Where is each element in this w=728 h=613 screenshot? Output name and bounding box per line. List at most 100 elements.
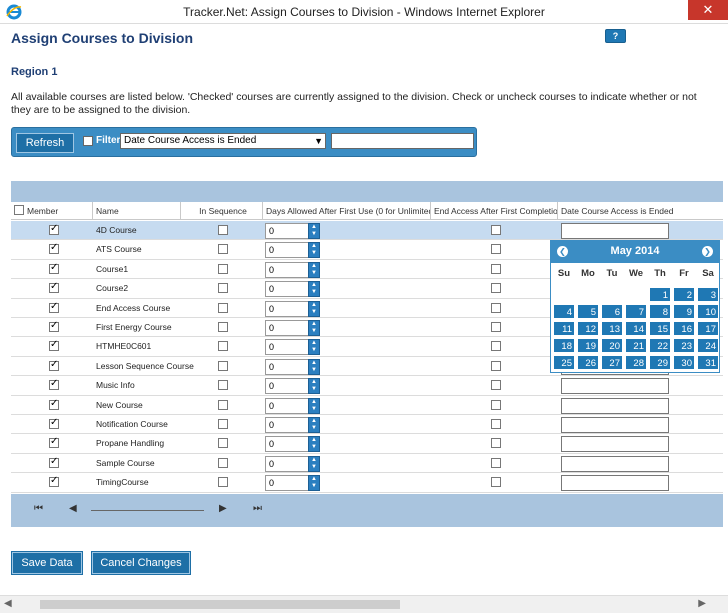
date-ended-input[interactable] [561, 436, 669, 453]
pager-track[interactable] [91, 510, 204, 511]
save-data-button[interactable]: Save Data [11, 551, 83, 575]
spin-down-icon[interactable]: ▼ [309, 483, 319, 490]
calendar-day[interactable]: 17 [697, 321, 719, 336]
spin-down-icon[interactable]: ▼ [309, 406, 319, 413]
cancel-changes-button[interactable]: Cancel Changes [91, 551, 191, 575]
in-sequence-checkbox[interactable] [218, 283, 228, 294]
in-sequence-checkbox[interactable] [218, 477, 228, 488]
end-access-checkbox[interactable] [491, 380, 501, 391]
date-ended-input[interactable] [561, 417, 669, 433]
last-page-icon[interactable]: ⏭ [253, 503, 262, 514]
calendar-day[interactable]: 29 [649, 355, 671, 370]
member-checkbox[interactable] [49, 339, 59, 352]
column-member[interactable]: Member [11, 202, 93, 220]
member-checkbox[interactable] [49, 281, 59, 294]
days-spinner[interactable]: ▲ ▼ [308, 339, 320, 356]
spin-up-icon[interactable]: ▲ [309, 302, 319, 309]
calendar-day[interactable]: 3 [697, 287, 719, 302]
end-access-checkbox[interactable] [491, 302, 501, 313]
first-page-icon[interactable]: ⏮ [34, 503, 43, 514]
column-name[interactable]: Name [93, 202, 181, 220]
end-access-checkbox[interactable] [491, 341, 501, 352]
calendar-day[interactable]: 13 [601, 321, 623, 336]
days-spinner[interactable]: ▲ ▼ [308, 300, 320, 317]
days-spinner[interactable]: ▲ ▼ [308, 242, 320, 259]
spin-up-icon[interactable]: ▲ [309, 243, 319, 250]
days-spinner[interactable]: ▲ ▼ [308, 320, 320, 336]
spin-up-icon[interactable]: ▲ [309, 340, 319, 347]
member-checkbox[interactable] [49, 320, 59, 332]
spin-down-icon[interactable]: ▼ [309, 270, 319, 277]
spin-up-icon[interactable]: ▲ [309, 437, 319, 444]
end-access-checkbox[interactable] [491, 419, 501, 429]
filter-checkbox[interactable] [83, 136, 93, 146]
end-access-checkbox[interactable] [491, 399, 501, 410]
days-spinner[interactable]: ▲ ▼ [308, 223, 320, 239]
member-checkbox[interactable] [49, 378, 59, 391]
calendar-day[interactable]: 18 [553, 338, 575, 353]
calendar-day[interactable]: 28 [625, 355, 647, 370]
days-spinner[interactable]: ▲ ▼ [308, 281, 320, 298]
table-row[interactable]: Music Info0▲▼ [11, 376, 723, 396]
in-sequence-checkbox[interactable] [218, 302, 228, 313]
date-ended-input[interactable] [561, 223, 669, 239]
spin-down-icon[interactable]: ▼ [309, 250, 319, 257]
calendar-day[interactable]: 2 [673, 287, 695, 302]
calendar-day[interactable]: 25 [553, 355, 575, 370]
in-sequence-checkbox[interactable] [218, 457, 228, 468]
in-sequence-checkbox[interactable] [218, 399, 228, 410]
help-button[interactable]: ? [605, 29, 626, 43]
end-access-checkbox[interactable] [491, 477, 501, 488]
calendar-day[interactable]: 9 [673, 304, 695, 319]
spin-up-icon[interactable]: ▲ [309, 224, 319, 231]
in-sequence-checkbox[interactable] [218, 438, 228, 449]
end-access-checkbox[interactable] [491, 225, 501, 235]
refresh-button[interactable]: Refresh [16, 133, 74, 153]
member-checkbox[interactable] [49, 223, 59, 235]
calendar-day[interactable]: 23 [673, 338, 695, 353]
in-sequence-checkbox[interactable] [218, 263, 228, 274]
table-row[interactable]: Sample Course0▲▼ [11, 453, 723, 474]
spin-up-icon[interactable]: ▲ [309, 418, 319, 425]
calendar-day[interactable]: 1 [649, 287, 671, 302]
column-date-ended[interactable]: Date Course Access is Ended [558, 202, 723, 220]
spin-up-icon[interactable]: ▲ [309, 476, 319, 483]
spin-down-icon[interactable]: ▼ [309, 367, 319, 374]
spin-down-icon[interactable]: ▼ [309, 289, 319, 296]
spin-down-icon[interactable]: ▼ [309, 231, 319, 238]
calendar-day[interactable]: 30 [673, 355, 695, 370]
member-checkbox[interactable] [49, 262, 59, 274]
in-sequence-checkbox[interactable] [218, 225, 228, 235]
scroll-left-icon[interactable]: ◀ [4, 598, 12, 609]
member-checkbox[interactable] [49, 301, 59, 313]
member-checkbox[interactable] [49, 359, 59, 371]
scroll-right-icon[interactable]: ▶ [698, 598, 706, 609]
days-spinner[interactable]: ▲ ▼ [308, 436, 320, 453]
spin-down-icon[interactable]: ▼ [309, 328, 319, 335]
days-spinner[interactable]: ▲ ▼ [308, 417, 320, 433]
calendar-day[interactable]: 4 [553, 304, 575, 319]
in-sequence-checkbox[interactable] [218, 244, 228, 255]
calendar-day[interactable]: 8 [649, 304, 671, 319]
calendar-day[interactable]: 7 [625, 304, 647, 319]
spin-down-icon[interactable]: ▼ [309, 386, 319, 393]
spin-down-icon[interactable]: ▼ [309, 464, 319, 471]
spin-up-icon[interactable]: ▲ [309, 360, 319, 367]
table-row[interactable]: Propane Handling0▲▼ [11, 434, 723, 454]
end-access-checkbox[interactable] [491, 322, 501, 332]
spin-down-icon[interactable]: ▼ [309, 425, 319, 432]
end-access-checkbox[interactable] [491, 360, 501, 371]
date-ended-input[interactable] [561, 455, 669, 472]
in-sequence-checkbox[interactable] [218, 380, 228, 391]
spin-up-icon[interactable]: ▲ [309, 379, 319, 386]
member-checkbox[interactable] [49, 242, 59, 255]
calendar-day[interactable]: 21 [625, 338, 647, 353]
days-spinner[interactable]: ▲ ▼ [308, 358, 320, 375]
spin-up-icon[interactable]: ▲ [309, 282, 319, 289]
prev-page-icon[interactable]: ◀ [69, 503, 77, 514]
calendar-day[interactable]: 19 [577, 338, 599, 353]
date-ended-input[interactable] [561, 378, 669, 395]
next-page-icon[interactable]: ▶ [219, 503, 227, 514]
end-access-checkbox[interactable] [491, 263, 501, 274]
calendar-day[interactable]: 22 [649, 338, 671, 353]
